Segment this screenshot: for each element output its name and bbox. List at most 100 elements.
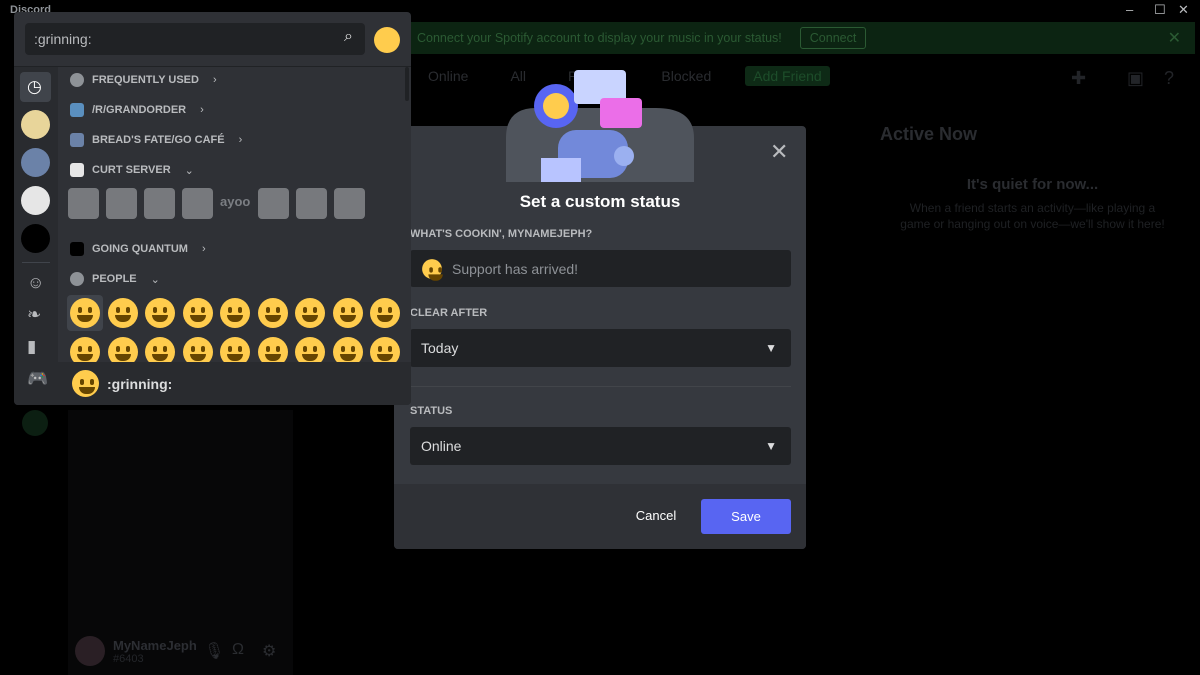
eraser-emoji[interactable] <box>334 188 365 219</box>
clock-icon: ◷ <box>27 77 42 96</box>
chevron-down-icon: ▼ <box>765 341 777 355</box>
emoji-face-icon <box>257 298 288 328</box>
emoji-button[interactable] <box>180 295 216 331</box>
category-frequently-used[interactable]: FREQUENTLY USED › <box>70 73 217 87</box>
server-icon-curt[interactable] <box>21 186 50 215</box>
clear-after-label: CLEAR AFTER <box>410 307 488 319</box>
clear-after-value: Today <box>421 340 459 356</box>
people-icon[interactable]: ☺ <box>27 273 44 293</box>
search-icon: ⌕ <box>344 28 353 45</box>
username: MyNameJeph <box>113 637 197 653</box>
server-icon <box>70 133 84 147</box>
clock-icon <box>70 73 84 87</box>
category-label: /R/GRANDORDER <box>92 104 187 116</box>
new-group-dm-icon[interactable]: ✚ <box>1071 68 1086 89</box>
user-panel: MyNameJeph #6403 <box>75 636 197 666</box>
status-text-value: Support has arrived! <box>452 260 579 277</box>
emoji-button[interactable] <box>330 295 366 331</box>
emoji-face-icon <box>70 298 100 328</box>
chevron-right-icon: › <box>212 74 217 86</box>
headphones-icon[interactable]: Ω <box>232 641 244 659</box>
quiet-description: When a friend starts an activity—like pl… <box>900 201 1165 231</box>
custom-emoji[interactable] <box>68 188 99 219</box>
emoji-face-icon <box>107 298 138 328</box>
category-label: CURT SERVER <box>92 164 171 176</box>
emoji-button[interactable] <box>217 295 253 331</box>
modal-close-icon[interactable]: ✕ <box>770 139 788 165</box>
clapping-hands-icon[interactable] <box>374 27 400 53</box>
status-select[interactable]: Online ▼ <box>410 427 791 465</box>
chevron-down-icon: ⌄ <box>184 164 194 177</box>
category-going-quantum[interactable]: GOING QUANTUM › <box>70 242 206 256</box>
custom-emoji[interactable] <box>144 188 175 219</box>
custom-emoji[interactable] <box>258 188 289 219</box>
server-icon-bread[interactable] <box>21 148 50 177</box>
help-icon[interactable]: ? <box>1164 68 1174 89</box>
emoji-button[interactable] <box>292 295 328 331</box>
custom-emoji[interactable] <box>182 188 213 219</box>
category-label: BREAD'S FATE/GO CAFÉ <box>92 134 225 146</box>
category-label: PEOPLE <box>92 273 137 285</box>
custom-status-illustration <box>506 70 694 182</box>
spotify-banner: Connect your Spotify account to display … <box>405 22 1195 54</box>
food-popsicle-icon[interactable]: ▮ <box>27 337 36 357</box>
status-text-label: WHAT'S COOKIN', MYNAMEJEPH? <box>410 228 593 240</box>
banner-close-icon[interactable]: ✕ <box>1168 28 1181 48</box>
connect-button[interactable]: Connect <box>799 27 867 49</box>
cancel-button[interactable]: Cancel <box>626 506 686 526</box>
nature-leaf-icon[interactable]: ❧ <box>27 305 41 325</box>
custom-emoji-row: ayoo <box>68 188 365 219</box>
custom-emoji-ayoo[interactable]: ayoo <box>220 188 251 219</box>
server-icon-grandorder[interactable] <box>21 110 50 139</box>
emoji-category-sidebar: ◷ ☺ ❧ ▮ 🎮 <box>14 67 58 405</box>
microphone-icon[interactable]: 🎙 <box>204 641 224 661</box>
emoji-face-icon <box>220 298 250 328</box>
server-icon <box>70 163 84 177</box>
divider <box>410 386 791 387</box>
chevron-right-icon: › <box>201 243 206 255</box>
emoji-button[interactable] <box>105 295 141 331</box>
modal-title: Set a custom status <box>519 192 681 211</box>
smiling-hearts-emoji-icon[interactable] <box>422 258 443 281</box>
scrollbar[interactable] <box>405 67 409 101</box>
clear-after-select[interactable]: Today ▼ <box>410 329 791 367</box>
inbox-icon[interactable]: ▣ <box>1127 68 1144 89</box>
emoji-button[interactable] <box>67 295 103 331</box>
category-grandorder[interactable]: /R/GRANDORDER › <box>70 103 204 117</box>
server-icon <box>70 103 84 117</box>
chevron-right-icon: › <box>200 104 204 116</box>
status-text-input[interactable]: Support has arrived! <box>410 250 791 287</box>
category-curt-server[interactable]: CURT SERVER ⌄ <box>70 163 194 177</box>
quiet-title: It's quiet for now... <box>966 176 1099 193</box>
category-bread[interactable]: BREAD'S FATE/GO CAFÉ › <box>70 133 242 147</box>
tab-online[interactable]: Online <box>420 66 476 86</box>
settings-gear-icon[interactable]: ⚙ <box>262 641 276 661</box>
add-friend-button[interactable]: Add Friend <box>745 66 830 86</box>
emoji-button[interactable] <box>142 295 178 331</box>
pencil-emoji[interactable] <box>296 188 327 219</box>
emoji-search-input[interactable]: :grinning: ⌕ <box>25 23 365 55</box>
minimize-button[interactable]: – <box>1126 2 1133 17</box>
custom-emoji-afk[interactable] <box>106 188 137 219</box>
avatar[interactable] <box>75 636 105 666</box>
server-icon <box>70 242 84 256</box>
window-close-button[interactable]: ✕ <box>1178 2 1189 18</box>
chevron-down-icon: ⌄ <box>150 273 160 286</box>
emoji-button[interactable] <box>255 295 291 331</box>
explore-servers-icon[interactable] <box>22 410 48 436</box>
divider <box>22 262 50 263</box>
emoji-face-icon <box>295 298 325 328</box>
smiley-icon <box>70 272 84 286</box>
server-icon-going-quantum[interactable] <box>21 224 50 253</box>
emoji-face-icon <box>182 298 213 328</box>
sidebar-frequently-used[interactable]: ◷ <box>20 72 51 102</box>
emoji-grid <box>67 295 405 370</box>
emoji-preview-name: :grinning: <box>107 375 173 392</box>
emoji-button[interactable] <box>367 295 403 331</box>
save-button[interactable]: Save <box>701 499 791 534</box>
maximize-button[interactable]: ☐ <box>1154 2 1166 18</box>
activities-controller-icon[interactable]: 🎮 <box>27 369 48 389</box>
grinning-emoji-icon <box>72 370 99 397</box>
banner-text: Connect your Spotify account to display … <box>417 31 782 45</box>
category-people[interactable]: PEOPLE ⌄ <box>70 272 160 286</box>
